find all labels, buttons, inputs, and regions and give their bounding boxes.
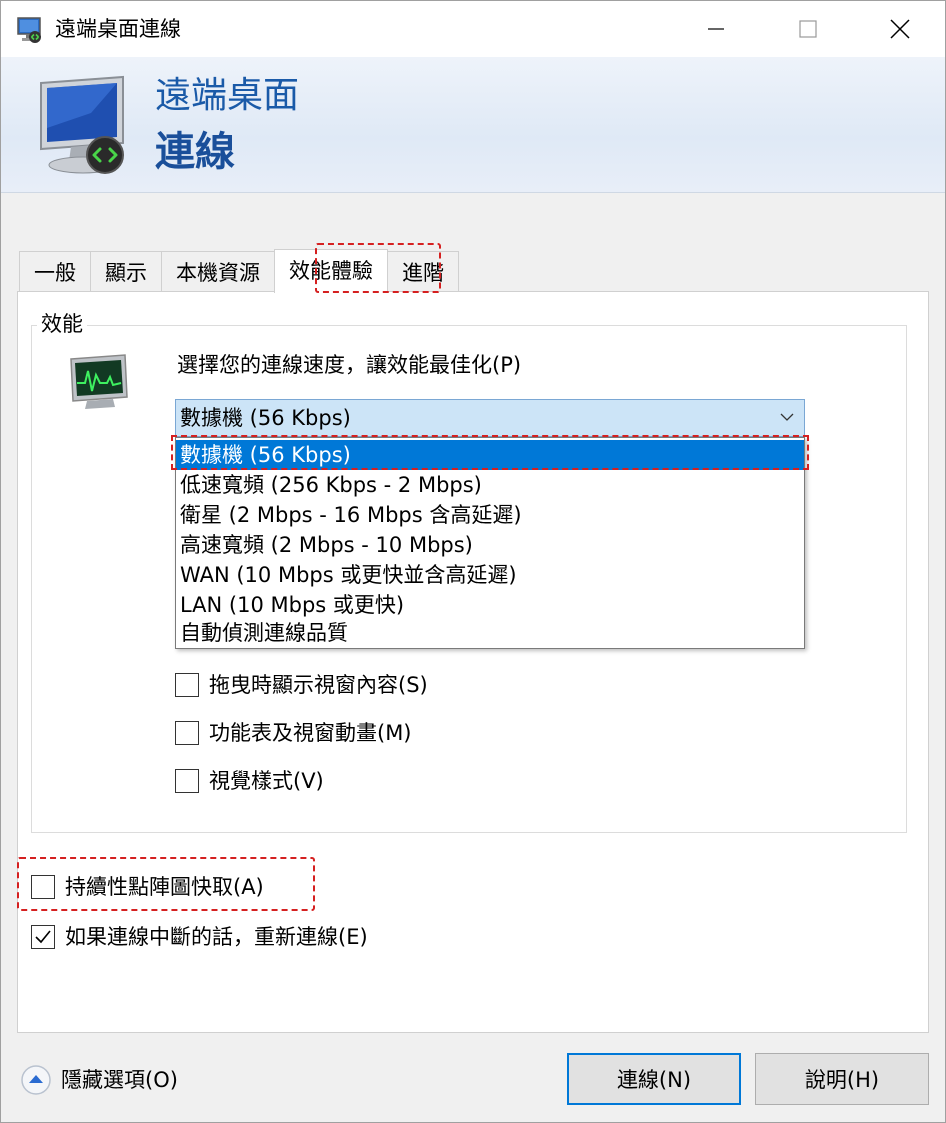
checkbox-label: 如果連線中斷的話，重新連線(E) xyxy=(65,925,368,949)
checkbox-box[interactable] xyxy=(175,769,199,793)
maximize-button[interactable] xyxy=(761,1,855,57)
checkbox-label: 視覺樣式(V) xyxy=(209,769,324,793)
checkbox-menu-animations[interactable]: 功能表及視窗動畫(M) xyxy=(175,719,412,747)
banner-title-line2: 連線 xyxy=(155,129,235,175)
maximize-icon xyxy=(799,20,817,38)
checkbox-box[interactable] xyxy=(31,925,55,949)
speed-option-low-broadband[interactable]: 低速寬頻 (256 Kbps - 2 Mbps) xyxy=(176,470,804,500)
checkbox-label: 功能表及視窗動畫(M) xyxy=(209,721,412,745)
remote-desktop-banner-icon xyxy=(40,75,124,174)
minimize-button[interactable] xyxy=(669,1,763,57)
checkbox-box[interactable] xyxy=(175,721,199,745)
dropdown-highlight-frame xyxy=(171,435,809,470)
checkbox-show-window-contents[interactable]: 拖曳時顯示視窗內容(S) xyxy=(175,671,428,699)
performance-monitor-icon xyxy=(70,354,128,409)
help-button[interactable]: 說明(H) xyxy=(755,1053,929,1105)
header-banner: 遠端桌面 連線 xyxy=(1,57,945,193)
remote-desktop-window: 遠端桌面連線 遠端桌面 連線 一般 顯示 本機資源 效能體驗 進階 效能 選擇您… xyxy=(0,0,946,1123)
chevron-up-circle-icon xyxy=(21,1065,51,1095)
bitmap-cache-highlight-frame xyxy=(17,857,315,911)
speed-option-auto-detect[interactable]: 自動偵測連線品質 xyxy=(176,618,804,648)
connect-button[interactable]: 連線(N) xyxy=(567,1053,741,1105)
connection-speed-select[interactable]: 數據機 (56 Kbps) xyxy=(175,399,805,437)
banner-title-line1: 遠端桌面 xyxy=(155,75,300,116)
checkbox-visual-styles[interactable]: 視覺樣式(V) xyxy=(175,767,324,795)
speed-option-lan[interactable]: LAN (10 Mbps 或更快) xyxy=(176,590,804,620)
close-button[interactable] xyxy=(853,1,946,57)
connection-speed-value: 數據機 (56 Kbps) xyxy=(180,406,351,430)
speed-option-satellite[interactable]: 衛星 (2 Mbps - 16 Mbps 含高延遲) xyxy=(176,500,804,530)
tab-display[interactable]: 顯示 xyxy=(90,251,162,293)
checkmark-icon xyxy=(35,930,51,944)
remote-desktop-icon xyxy=(17,17,41,43)
window-title: 遠端桌面連線 xyxy=(55,17,181,41)
chevron-down-icon xyxy=(780,413,794,421)
speed-option-wan[interactable]: WAN (10 Mbps 或更快並含高延遲) xyxy=(176,560,804,590)
speed-option-high-broadband[interactable]: 高速寬頻 (2 Mbps - 10 Mbps) xyxy=(176,530,804,560)
tab-general[interactable]: 一般 xyxy=(19,251,91,293)
tab-highlight-frame xyxy=(315,243,441,293)
close-icon xyxy=(890,19,910,39)
hide-options-label: 隱藏選項(O) xyxy=(61,1068,178,1092)
title-bar: 遠端桌面連線 xyxy=(1,1,945,57)
tab-local-resources[interactable]: 本機資源 xyxy=(161,251,275,293)
checkbox-box[interactable] xyxy=(175,673,199,697)
checkbox-reconnect[interactable]: 如果連線中斷的話，重新連線(E) xyxy=(31,923,368,951)
performance-group-title: 效能 xyxy=(37,310,87,338)
minimize-icon xyxy=(708,28,724,30)
hide-options-toggle[interactable]: 隱藏選項(O) xyxy=(19,1063,178,1097)
checkbox-label: 拖曳時顯示視窗內容(S) xyxy=(209,673,428,697)
speed-prompt: 選擇您的連線速度，讓效能最佳化(P) xyxy=(177,353,522,377)
